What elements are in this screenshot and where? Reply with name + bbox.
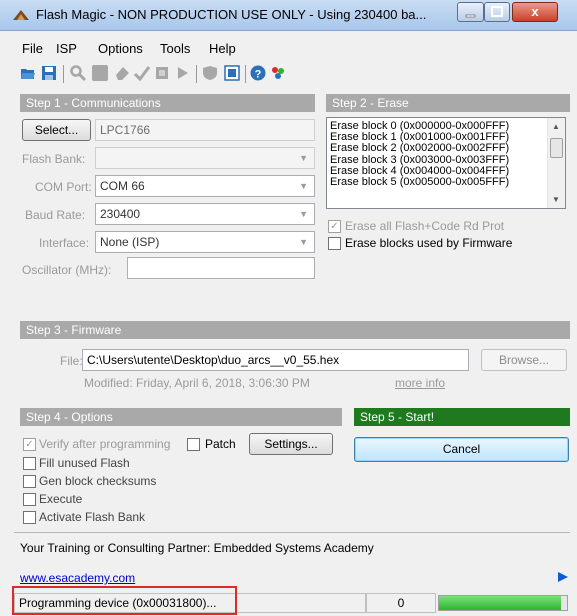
security-icon[interactable] (202, 65, 218, 81)
menu-tools[interactable]: Tools (160, 41, 190, 56)
check-icon: ✓ (330, 221, 339, 232)
erase-icon[interactable] (114, 65, 130, 81)
flash-magic-app-icon (13, 10, 29, 20)
file-label: File: (60, 354, 83, 368)
activate-flash-bank-checkbox[interactable] (23, 511, 36, 524)
progress-bar (438, 595, 568, 611)
verify-icon[interactable] (134, 65, 150, 81)
maximize-icon (491, 6, 503, 17)
list-item[interactable]: Erase block 5 (0x005000-0x005FFF) (327, 176, 565, 188)
flash-magic-window: Flash Magic - NON PRODUCTION USE ONLY - … (0, 0, 577, 616)
menu-bar: File ISP Options Tools Help (0, 38, 577, 58)
scroll-up-icon[interactable]: ▲ (552, 122, 560, 131)
flash-bank-label: Flash Bank: (22, 152, 86, 166)
title-bar[interactable]: Flash Magic - NON PRODUCTION USE ONLY - … (0, 0, 577, 31)
blank-check-icon[interactable] (92, 65, 108, 81)
list-scrollbar[interactable]: ▲ ▼ (547, 118, 565, 208)
settings-button[interactable]: Settings... (249, 433, 333, 455)
toolbar-separator (245, 65, 246, 83)
baud-rate-value: 230400 (100, 207, 141, 221)
baud-rate-label: Baud Rate: (25, 208, 86, 222)
gen-checksums-checkbox[interactable] (23, 475, 36, 488)
activate-flash-bank-label: Activate Flash Bank (39, 510, 146, 524)
read-icon[interactable] (154, 65, 170, 81)
erase-blocks-list[interactable]: Erase block 0 (0x000000-0x000FFF) Erase … (326, 117, 566, 209)
verify-label: Verify after programming (39, 437, 171, 451)
scroll-thumb[interactable] (550, 138, 563, 158)
step4-header: Step 4 - Options (20, 408, 342, 426)
erase-used-label: Erase blocks used by Firmware (345, 236, 513, 250)
maximize-button[interactable] (484, 2, 510, 22)
erase-all-checkbox[interactable]: ✓ (328, 220, 341, 233)
progress-fill (439, 596, 561, 610)
partner-text: Your Training or Consulting Partner: Emb… (20, 541, 374, 555)
open-icon[interactable] (20, 65, 36, 81)
select-device-button[interactable]: Select... (22, 119, 91, 141)
close-button[interactable]: x (512, 2, 558, 22)
com-port-value: COM 66 (100, 179, 145, 193)
execute-checkbox[interactable] (23, 493, 36, 506)
chevron-down-icon: ▼ (299, 153, 308, 163)
file-modified-text: Modified: Friday, April 6, 2018, 3:06:30… (84, 376, 310, 390)
search-icon[interactable] (70, 65, 86, 81)
step2-header: Step 2 - Erase (326, 94, 570, 112)
chevron-down-icon: ▼ (299, 209, 308, 219)
patch-label: Patch (205, 437, 236, 451)
esacademy-link[interactable]: www.esacademy.com (20, 571, 135, 585)
oscillator-input[interactable] (127, 257, 315, 279)
baud-rate-select[interactable]: 230400 ▼ (95, 203, 315, 225)
highlight-annotation-box (12, 586, 237, 615)
menu-help[interactable]: Help (209, 41, 236, 56)
step5-header: Step 5 - Start! (354, 408, 570, 426)
menu-isp[interactable]: ISP (56, 41, 77, 56)
step1-header: Step 1 - Communications (20, 94, 315, 112)
com-port-label: COM Port: (35, 180, 92, 194)
verify-checkbox[interactable]: ✓ (23, 438, 36, 451)
erase-used-checkbox[interactable] (328, 237, 341, 250)
chevron-down-icon: ▼ (299, 237, 308, 247)
gen-checksums-label: Gen block checksums (39, 474, 157, 488)
cancel-button[interactable]: Cancel (354, 437, 569, 462)
window-title: Flash Magic - NON PRODUCTION USE ONLY - … (36, 7, 427, 22)
interface-label: Interface: (39, 236, 90, 250)
help-icon[interactable]: ? (250, 65, 266, 81)
execute-label: Execute (39, 492, 83, 506)
svg-text:?: ? (255, 69, 262, 81)
minimize-button[interactable] (457, 2, 484, 22)
erase-all-label: Erase all Flash+Code Rd Prot (345, 219, 505, 233)
footer-divider (14, 532, 570, 533)
more-info-link[interactable]: more info (395, 376, 445, 390)
toolbar: ? (20, 63, 380, 85)
save-icon[interactable] (41, 65, 57, 81)
check-icon: ✓ (25, 439, 34, 450)
people-icon[interactable] (270, 65, 286, 81)
list-item[interactable]: Erase block 2 (0x002000-0x002FFF) (327, 143, 565, 154)
close-icon: x (531, 4, 539, 19)
flash-bank-select[interactable]: ▼ (95, 147, 315, 169)
go-icon[interactable] (175, 65, 191, 81)
terminal-icon[interactable] (224, 65, 240, 81)
device-field: LPC1766 (95, 119, 315, 141)
minimize-icon (465, 14, 476, 18)
fill-unused-checkbox[interactable] (23, 457, 36, 470)
menu-file[interactable]: File (22, 41, 43, 56)
status-count: 0 (366, 593, 436, 613)
com-port-select[interactable]: COM 66 ▼ (95, 175, 315, 197)
menu-options[interactable]: Options (98, 41, 143, 56)
browse-button[interactable]: Browse... (481, 349, 567, 371)
play-arrow-icon[interactable] (557, 571, 569, 583)
firmware-file-input[interactable]: C:\Users\utente\Desktop\duo_arcs__v0_55.… (82, 349, 469, 371)
interface-value: None (ISP) (100, 235, 160, 249)
oscillator-label: Oscillator (MHz): (22, 263, 112, 277)
step3-header: Step 3 - Firmware (20, 321, 570, 339)
scroll-down-icon[interactable]: ▼ (552, 195, 560, 204)
patch-checkbox[interactable] (187, 438, 200, 451)
chevron-down-icon: ▼ (299, 181, 308, 191)
fill-unused-label: Fill unused Flash (39, 456, 130, 470)
toolbar-separator (63, 65, 64, 83)
interface-select[interactable]: None (ISP) ▼ (95, 231, 315, 253)
toolbar-separator (196, 65, 197, 83)
